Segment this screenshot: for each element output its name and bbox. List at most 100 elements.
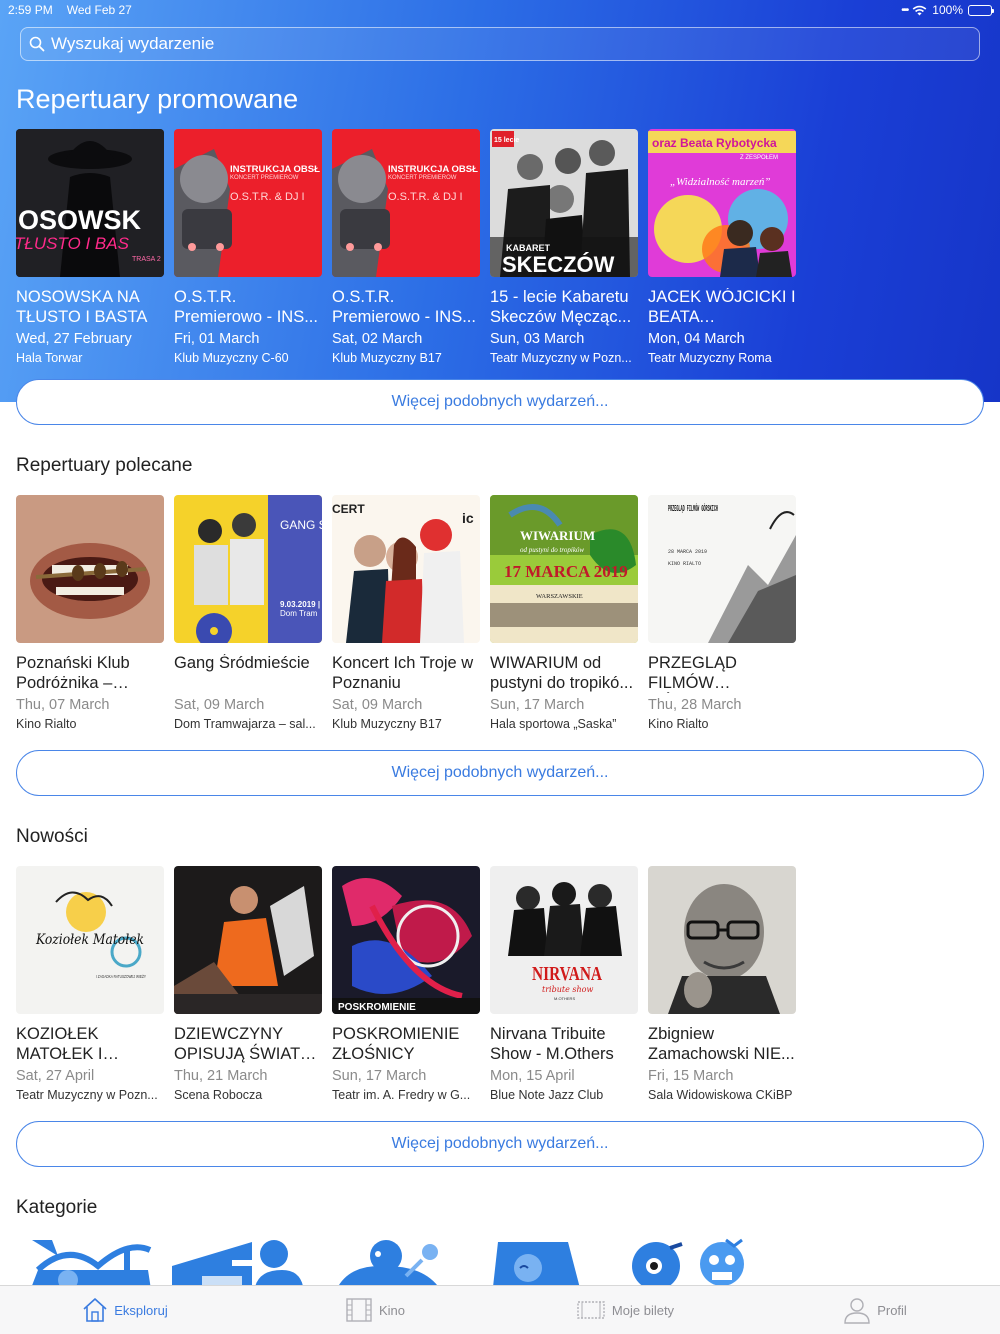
- tab-label: Profil: [877, 1302, 907, 1318]
- category-theatre-icon: [493, 1242, 580, 1286]
- event-card[interactable]: Poznański Klub Podróżnika – Chin... Thu,…: [16, 495, 164, 732]
- wifi-icon: [912, 5, 927, 15]
- event-poster-koziolek: Koziołek Matołek I ZAGADKA RATUSZOWEJ WI…: [16, 866, 164, 1014]
- event-venue: Teatr Muzyczny w Pozn...: [16, 1088, 158, 1102]
- person-icon: [844, 1298, 870, 1324]
- recommended-events-row: Poznański Klub Podróżnika – Chin... Thu,…: [16, 495, 1000, 745]
- event-card[interactable]: INSTRUKCJA OBSŁ KONCERT PREMIEROW O.S.T.…: [332, 129, 480, 366]
- search-bar[interactable]: [20, 27, 980, 61]
- more-new-button[interactable]: Więcej podobnych wydarzeń...: [16, 1121, 984, 1167]
- event-card[interactable]: PRZEGLĄD FILMÓW GÓRSKICH 28 MARCA 2019 K…: [648, 495, 796, 732]
- tab-moje-bilety[interactable]: Moje bilety: [500, 1286, 750, 1334]
- event-venue: Teatr Muzyczny Roma: [648, 351, 772, 365]
- event-title: PRZEGLĄD FILMÓW GÓRSKI...: [648, 654, 737, 692]
- event-card[interactable]: GANG ŚRÓDM 9.03.2019 | Dom Tram Gang Śró…: [174, 495, 322, 732]
- event-date: Mon, 15 April: [490, 1068, 575, 1084]
- event-card[interactable]: 15 lecie KABARET SKECZÓW 15 - lecie Kaba…: [490, 129, 638, 366]
- tab-label: Eksploruj: [114, 1302, 168, 1318]
- category-tile[interactable]: [630, 1236, 780, 1286]
- category-tile[interactable]: [334, 1236, 484, 1286]
- event-title: O.S.T.R. Premierowo - INS...: [332, 288, 476, 326]
- event-date: Thu, 21 March: [174, 1068, 268, 1084]
- event-title: Gang Śródmieście: [174, 654, 310, 672]
- event-title: POSKROMIENIE ZŁOŚNICY: [332, 1025, 460, 1063]
- category-kids-icon: [632, 1238, 744, 1286]
- poster-text: Koziołek Matołek: [35, 932, 144, 948]
- more-recommended-button[interactable]: Więcej podobnych wydarzeń...: [16, 750, 984, 796]
- event-date: Sat, 27 April: [16, 1068, 95, 1084]
- poster-text: INSTRUKCJA OBSŁ: [388, 164, 478, 175]
- event-date: Fri, 15 March: [648, 1068, 734, 1084]
- poster-text: 15 lecie: [494, 137, 519, 144]
- event-title: DZIEWCZYNY OPISUJĄ ŚWIAT /...: [174, 1025, 300, 1063]
- poster-text: O.S.T.R. & DJ I: [230, 191, 305, 203]
- event-card[interactable]: DZIEWCZYNY OPISUJĄ ŚWIAT /... Thu, 21 Ma…: [174, 866, 322, 1103]
- status-bar: 2:59 PM Wed Feb 27 •••• 100%: [0, 0, 1000, 20]
- poster-text: OSOWSK: [18, 205, 142, 235]
- event-poster-gang: GANG ŚRÓDM 9.03.2019 | Dom Tram: [174, 495, 322, 643]
- event-card[interactable]: POSKROMIENIE POSKROMIENIE ZŁOŚNICY Sun, …: [332, 866, 480, 1103]
- event-card[interactable]: INSTRUKCJA OBSŁ KONCERT PREMIEROW O.S.T.…: [174, 129, 322, 366]
- film-icon: [346, 1298, 372, 1322]
- event-title: Poznański Klub Podróżnika – Chin...: [16, 654, 130, 692]
- poster-text: Z ZESPOŁEM: [740, 155, 778, 161]
- search-icon: [29, 36, 45, 52]
- event-poster-nosowska: OSOWSK TŁUSTO I BAS TRASA 2: [16, 129, 164, 277]
- poster-text: oraz Beata Rybotycka: [652, 136, 777, 150]
- category-tile[interactable]: [172, 1236, 322, 1286]
- more-promoted-button[interactable]: Więcej podobnych wydarzeń...: [16, 379, 984, 425]
- event-poster-poskromienie: POSKROMIENIE: [332, 866, 480, 1014]
- event-venue: Kino Rialto: [16, 717, 77, 731]
- event-poster-podroznika: [16, 495, 164, 643]
- event-card[interactable]: Zbigniew Zamachowski NIE... Fri, 15 Marc…: [648, 866, 796, 1103]
- event-title: O.S.T.R. Premierowo - INS...: [174, 288, 318, 326]
- category-cinema-icon: [172, 1240, 303, 1286]
- event-card[interactable]: CERT ic Koncert Ich Troje w Poznaniu Sat…: [332, 495, 480, 732]
- poster-text: GANG ŚRÓDM: [280, 517, 322, 532]
- categories-row: [0, 1236, 1000, 1286]
- event-venue: Sala Widowiskowa CKiBP: [648, 1088, 793, 1102]
- event-card[interactable]: WIWARIUM od pustyni do tropików 17 MARCA…: [490, 495, 638, 732]
- poster-text: CERT: [332, 502, 365, 516]
- recommended-section-title: Repertuary polecane: [16, 455, 193, 476]
- new-section-title: Nowości: [16, 826, 88, 847]
- event-date: Wed, 27 February: [16, 331, 132, 347]
- event-venue: Hala Torwar: [16, 351, 83, 365]
- battery-icon: [968, 4, 994, 16]
- category-music-icon: [338, 1240, 438, 1286]
- poster-text: TRASA 2: [132, 256, 161, 263]
- battery-percent: 100%: [932, 3, 963, 17]
- poster-text: NIRVANA: [532, 963, 602, 985]
- event-venue: Blue Note Jazz Club: [490, 1088, 604, 1102]
- ticket-icon: [577, 1301, 605, 1319]
- event-title: WIWARIUM od pustyni do tropikó...: [490, 654, 634, 692]
- tab-kino[interactable]: Kino: [250, 1286, 500, 1334]
- poster-text: KINO RIALTO: [668, 561, 701, 567]
- event-date: Fri, 01 March: [174, 331, 260, 347]
- poster-text: INSTRUKCJA OBSŁ: [230, 164, 320, 175]
- tab-label: Kino: [378, 1302, 406, 1318]
- tab-eksploruj[interactable]: Eksploruj: [0, 1286, 250, 1334]
- poster-text: I ZAGADKA RATUSZOWEJ WIEŻY: [96, 973, 146, 979]
- categories-section-title: Kategorie: [16, 1197, 98, 1218]
- event-poster-kabaret: 15 lecie KABARET SKECZÓW: [490, 129, 638, 277]
- event-poster-ostr: INSTRUKCJA OBSŁ KONCERT PREMIEROW O.S.T.…: [174, 129, 322, 277]
- poster-text: M.OTHERS: [554, 996, 575, 1001]
- event-card[interactable]: OSOWSK TŁUSTO I BAS TRASA 2 NOSOWSKA NA …: [16, 129, 164, 366]
- search-input[interactable]: [51, 34, 951, 54]
- tab-profil[interactable]: Profil: [750, 1286, 1000, 1334]
- event-title: JACEK WÓJCICKI I BEATA RYBOTYC...: [648, 288, 796, 326]
- poster-text: O.S.T.R. & DJ I: [388, 191, 463, 203]
- event-poster-wiwarium: WIWARIUM od pustyni do tropików 17 MARCA…: [490, 495, 638, 643]
- event-title: 15 - lecie Kabaretu Skeczów Męcząc...: [490, 288, 632, 326]
- category-tile[interactable]: [492, 1236, 642, 1286]
- poster-text: KONCERT PREMIEROW: [230, 175, 299, 181]
- event-card[interactable]: NIRVANA tribute show M.OTHERS Nirvana Tr…: [490, 866, 638, 1103]
- promoted-section-title: Repertuary promowane: [16, 84, 299, 114]
- event-card[interactable]: Koziołek Matołek I ZAGADKA RATUSZOWEJ WI…: [16, 866, 164, 1103]
- event-title: Nirvana Tribuite Show - M.Others: [490, 1025, 614, 1063]
- event-date: Thu, 28 March: [648, 697, 742, 713]
- poster-text: ic: [462, 510, 474, 526]
- event-card[interactable]: oraz Beata Rybotycka Z ZESPOŁEM „Widzial…: [648, 129, 796, 366]
- category-tile[interactable]: [28, 1236, 178, 1286]
